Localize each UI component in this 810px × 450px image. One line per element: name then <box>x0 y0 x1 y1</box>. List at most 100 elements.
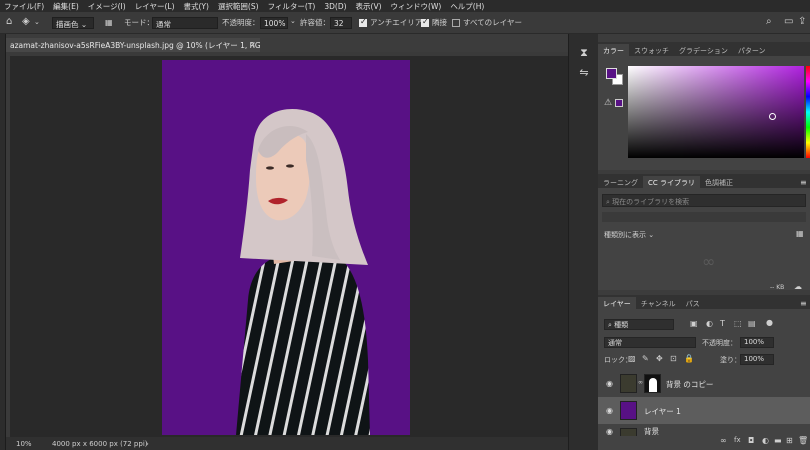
layer-opacity-input[interactable]: 100% <box>740 337 774 348</box>
lock-transparent-icon[interactable]: ▨ <box>628 354 636 363</box>
filter-type-icon[interactable]: T <box>720 319 725 328</box>
document-tab[interactable]: azamat-zhanisov-a5sRFieA3BY-unsplash.jpg… <box>6 38 260 52</box>
ruler-horizontal <box>6 52 568 56</box>
tab-channels[interactable]: チャンネル <box>636 297 681 309</box>
menu-type[interactable]: 書式(Y) <box>184 1 209 12</box>
fill-label: 塗り： <box>720 356 741 364</box>
menu-select[interactable]: 選択範囲(S) <box>218 1 259 12</box>
library-selector[interactable] <box>602 212 806 222</box>
layers-panel-tabs: レイヤー チャンネル パス <box>598 295 810 309</box>
contiguous-label: 隣接 <box>432 18 447 27</box>
visibility-eye-icon[interactable]: ◉ <box>606 379 613 388</box>
layer-filter-select[interactable]: ⌕ 種類 <box>604 319 674 330</box>
status-arrow-icon[interactable]: › <box>146 440 149 448</box>
grid-view-icon[interactable]: ▦ <box>796 229 804 238</box>
cloud-icon[interactable]: ☁ <box>794 282 802 291</box>
library-size: -- KB <box>770 284 785 291</box>
menu-filter[interactable]: フィルター(T) <box>268 1 316 12</box>
mode-label: モード： <box>124 18 154 27</box>
navigator-icon[interactable]: ⇋ <box>577 66 591 80</box>
layer-row-selected[interactable]: ◉ レイヤー 1 <box>598 397 810 424</box>
filter-pixel-icon[interactable]: ▣ <box>690 319 698 328</box>
menu-3d[interactable]: 3D(D) <box>324 2 346 11</box>
filter-shape-icon[interactable]: ⬚ <box>734 319 742 328</box>
chevron-down-icon[interactable]: ⌄ <box>34 18 40 26</box>
lock-paint-icon[interactable]: ✎ <box>642 354 649 363</box>
tab-color[interactable]: カラー <box>598 44 629 56</box>
add-mask-icon[interactable]: ◘ <box>748 436 754 445</box>
menu-view[interactable]: 表示(V) <box>356 1 382 12</box>
share-icon[interactable]: ⇪ <box>798 16 806 27</box>
options-bar: ⌂ ◈ ⌄ 描画色 ⌄ ▦ モード： 通常 不透明度： 100% ⌄ 許容値： … <box>0 12 810 34</box>
fill-source-select[interactable]: 描画色 ⌄ <box>52 17 94 29</box>
foreground-color-swatch[interactable] <box>606 68 617 79</box>
layer-name[interactable]: レイヤー 1 <box>644 406 681 417</box>
tolerance-label: 許容値： <box>300 18 330 27</box>
tab-patterns[interactable]: パターン <box>733 44 771 56</box>
blend-mode-select[interactable]: 通常 <box>604 337 696 348</box>
menu-file[interactable]: ファイル(F) <box>4 1 44 12</box>
fill-input[interactable]: 100% <box>740 354 774 365</box>
tab-gradients[interactable]: グラデーション <box>674 44 733 56</box>
tab-cc-libraries[interactable]: CC ライブラリ <box>643 176 701 188</box>
link-icon[interactable]: ∞ <box>638 379 643 386</box>
portrait-image <box>236 109 370 435</box>
search-icon[interactable]: ⌕ <box>766 16 772 27</box>
tolerance-input[interactable]: 32 <box>330 17 352 29</box>
all-layers-checkbox[interactable] <box>452 19 460 27</box>
panel-menu-icon[interactable]: ≡ <box>800 178 807 187</box>
lock-move-icon[interactable]: ✥ <box>656 354 663 363</box>
library-panel-tabs: ラーニング CC ライブラリ 色調補正 <box>598 174 810 188</box>
layer-name[interactable]: 背景 のコピー <box>666 379 713 390</box>
canvas[interactable] <box>162 60 410 435</box>
layer-row[interactable]: ◉ 背景 <box>598 424 810 436</box>
new-group-icon[interactable]: ▬ <box>774 436 782 445</box>
opacity-input[interactable]: 100% <box>260 17 288 29</box>
collapsed-panels-column: ⧗ ⇋ <box>568 34 598 450</box>
gamut-swatch[interactable] <box>615 99 623 107</box>
lock-all-icon[interactable]: 🔒 <box>684 354 694 363</box>
history-icon[interactable]: ⧗ <box>577 46 591 60</box>
antialias-checkbox[interactable] <box>359 17 367 27</box>
layer-style-icon[interactable]: fx <box>734 436 741 444</box>
close-icon[interactable]: × <box>250 40 256 49</box>
link-layers-icon[interactable]: ∞ <box>720 436 727 445</box>
menu-layer[interactable]: レイヤー(L) <box>135 1 175 12</box>
menu-image[interactable]: イメージ(I) <box>88 1 126 12</box>
mode-select[interactable]: 通常 <box>152 17 218 29</box>
layer-row[interactable]: ◉ ∞ 背景 のコピー <box>598 370 810 397</box>
color-field[interactable] <box>628 66 804 158</box>
library-search-input[interactable]: ⌕ 現在のライブラリを検索 <box>602 194 806 207</box>
adjustment-layer-icon[interactable]: ◐ <box>762 436 769 445</box>
layer-mask-thumbnail[interactable] <box>644 374 661 393</box>
zoom-level[interactable]: 10% <box>16 440 32 448</box>
contiguous-checkbox[interactable] <box>421 17 429 27</box>
home-icon[interactable]: ⌂ <box>6 16 12 27</box>
menu-edit[interactable]: 編集(E) <box>53 1 79 12</box>
layer-name[interactable]: 背景 <box>644 426 659 436</box>
layers-panel: レイヤー チャンネル パス ⌕ 種類 ▣ ◐ T ⬚ ▤ ● 通常 不透明度： … <box>598 295 810 450</box>
layers-panel-menu-icon[interactable]: ≡ <box>800 299 807 308</box>
paint-bucket-icon[interactable]: ◈ <box>22 16 30 27</box>
filter-adjustment-icon[interactable]: ◐ <box>706 319 713 328</box>
opacity-dropdown-icon[interactable]: ⌄ <box>290 17 296 25</box>
tab-layers[interactable]: レイヤー <box>598 297 636 309</box>
color-picker-handle[interactable] <box>769 113 776 120</box>
trash-icon[interactable]: 🗑 <box>798 436 808 445</box>
tab-swatches[interactable]: スウォッチ <box>629 44 674 56</box>
visibility-eye-icon[interactable]: ◉ <box>606 427 613 436</box>
tab-adjustments[interactable]: 色調補正 <box>700 176 738 188</box>
menu-window[interactable]: ウィンドウ(W) <box>391 1 442 12</box>
pattern-icon[interactable]: ▦ <box>105 18 113 27</box>
lock-artboard-icon[interactable]: ⊡ <box>670 354 677 363</box>
hue-slider[interactable] <box>806 66 810 158</box>
visibility-eye-icon[interactable]: ◉ <box>606 406 613 415</box>
menu-help[interactable]: ヘルプ(H) <box>450 1 484 12</box>
workspace-icon[interactable]: ▭ <box>784 16 793 27</box>
filter-toggle-icon[interactable]: ● <box>766 318 773 327</box>
filter-smart-object-icon[interactable]: ▤ <box>748 319 756 328</box>
new-layer-icon[interactable]: ⊞ <box>786 436 793 445</box>
view-by-dropdown[interactable]: 種類別に表示 ⌄ <box>604 230 654 240</box>
tab-learn[interactable]: ラーニング <box>598 176 643 188</box>
tab-paths[interactable]: パス <box>681 297 705 309</box>
